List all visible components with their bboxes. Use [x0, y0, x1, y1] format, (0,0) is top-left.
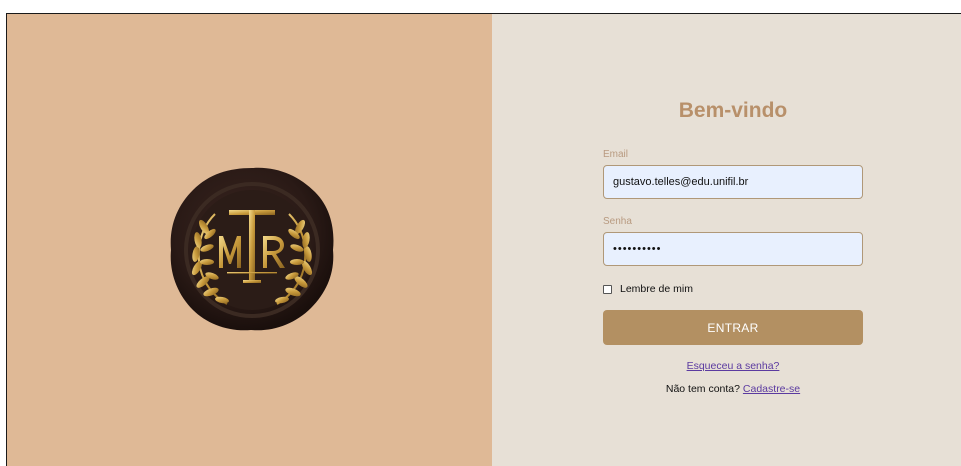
remember-me[interactable]: Lembre de mim	[603, 283, 693, 295]
email-label: Email	[603, 149, 629, 160]
wax-seal-logo	[167, 164, 337, 334]
signup-prompt: Não tem conta?	[665, 383, 740, 395]
signup-row: Não tem conta? Cadastre-se	[603, 383, 863, 395]
login-button[interactable]: ENTRAR	[603, 310, 863, 345]
app-frame: Bem-vindo Email Senha Lembre de mim ENTR…	[6, 13, 961, 466]
signup-link[interactable]: Cadastre-se	[743, 383, 800, 395]
brand-panel	[7, 14, 492, 466]
password-field[interactable]	[603, 232, 863, 266]
email-field[interactable]	[603, 165, 863, 199]
login-panel: Bem-vindo Email Senha Lembre de mim ENTR…	[492, 14, 961, 466]
password-label: Senha	[603, 216, 632, 227]
forgot-password: Esqueceu a senha?	[603, 360, 863, 372]
page-title: Bem-vindo	[678, 99, 788, 122]
remember-label: Lembre de mim	[620, 283, 693, 295]
remember-checkbox[interactable]	[603, 284, 612, 294]
forgot-password-link[interactable]: Esqueceu a senha?	[687, 360, 780, 372]
laurel-seal-icon	[170, 167, 334, 331]
